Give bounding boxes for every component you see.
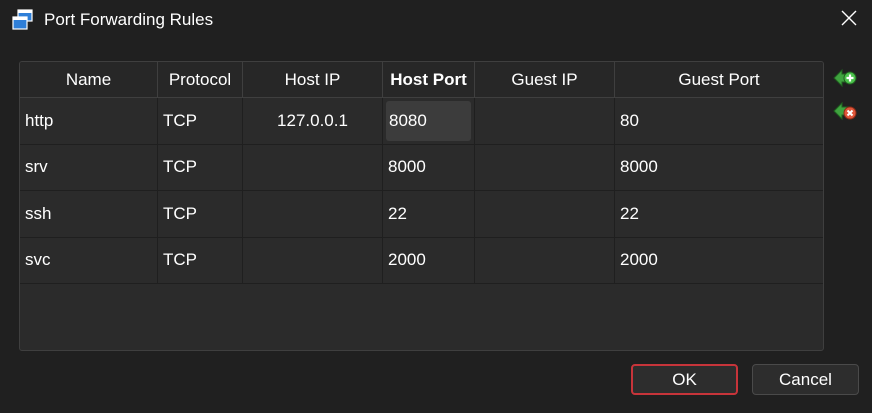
remove-rule-button[interactable] xyxy=(832,98,858,124)
close-icon xyxy=(841,10,857,31)
cell-guest-port[interactable]: 8000 xyxy=(615,145,823,191)
cell-name[interactable]: svc xyxy=(20,237,158,283)
add-rule-icon xyxy=(832,68,858,95)
table-row[interactable]: ssh TCP 22 22 xyxy=(20,191,823,238)
cell-guest-port[interactable]: 80 xyxy=(615,98,823,144)
rules-table: Name Protocol Host IP Host Port Guest IP… xyxy=(19,61,824,351)
window-title: Port Forwarding Rules xyxy=(44,10,214,29)
cell-guest-ip[interactable] xyxy=(475,191,615,237)
cell-guest-ip[interactable] xyxy=(475,144,615,190)
cell-name[interactable]: srv xyxy=(20,144,158,190)
cell-name[interactable]: ssh xyxy=(20,191,158,237)
title-bar: Port Forwarding Rules xyxy=(0,0,872,42)
cell-protocol[interactable]: TCP xyxy=(158,144,243,190)
cell-host-ip[interactable] xyxy=(243,191,383,237)
column-header-guest-ip[interactable]: Guest IP xyxy=(475,62,615,97)
remove-rule-icon xyxy=(832,101,858,128)
cell-host-port[interactable]: 22 xyxy=(383,191,475,237)
cell-protocol[interactable]: TCP xyxy=(158,237,243,283)
port-forwarding-dialog: Port Forwarding Rules Name Protocol Host… xyxy=(0,0,872,413)
cell-guest-port[interactable]: 2000 xyxy=(615,238,823,284)
cell-guest-port[interactable]: 22 xyxy=(615,191,823,237)
cell-host-ip[interactable]: 127.0.0.1 xyxy=(243,98,383,144)
cell-host-ip[interactable] xyxy=(243,237,383,283)
cell-host-port[interactable]: 2000 xyxy=(383,237,475,283)
column-header-guest-port[interactable]: Guest Port xyxy=(615,62,823,97)
table-row[interactable]: svc TCP 2000 2000 xyxy=(20,237,823,284)
vm-window-icon xyxy=(12,9,34,31)
cell-protocol[interactable]: TCP xyxy=(158,98,243,144)
table-row[interactable]: http TCP 127.0.0.1 8080 80 xyxy=(20,98,823,145)
cell-guest-ip[interactable] xyxy=(475,98,615,144)
cell-host-port[interactable]: 8000 xyxy=(383,144,475,190)
ok-button[interactable]: OK xyxy=(631,364,738,395)
host-port-edit-field[interactable]: 8080 xyxy=(386,101,471,141)
table-row[interactable]: srv TCP 8000 8000 xyxy=(20,144,823,191)
cell-protocol[interactable]: TCP xyxy=(158,191,243,237)
close-button[interactable] xyxy=(826,0,872,40)
add-rule-button[interactable] xyxy=(832,65,858,91)
column-header-name[interactable]: Name xyxy=(20,62,158,97)
cell-name[interactable]: http xyxy=(20,98,158,144)
column-header-host-ip[interactable]: Host IP xyxy=(243,62,383,97)
cell-host-port[interactable]: 8080 xyxy=(383,98,475,144)
table-header: Name Protocol Host IP Host Port Guest IP… xyxy=(20,62,823,98)
cell-guest-ip[interactable] xyxy=(475,237,615,283)
cancel-button[interactable]: Cancel xyxy=(752,364,859,395)
column-header-host-port[interactable]: Host Port xyxy=(383,62,475,97)
cell-host-ip[interactable] xyxy=(243,144,383,190)
column-header-protocol[interactable]: Protocol xyxy=(158,62,243,97)
